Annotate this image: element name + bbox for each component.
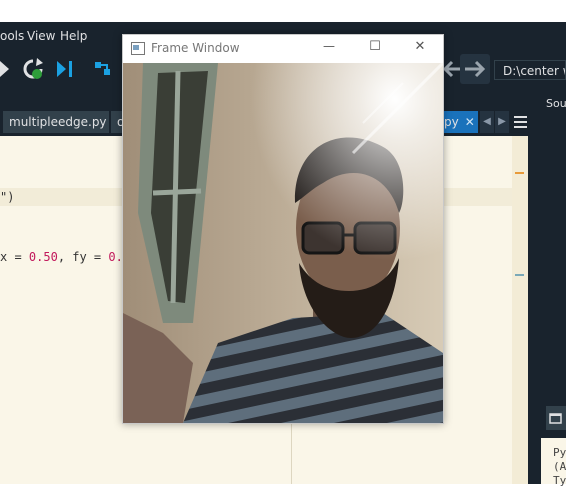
console-tab[interactable] <box>546 406 566 430</box>
code-token: , fy = <box>57 250 109 264</box>
tab-close-icon[interactable]: ✕ <box>465 115 475 129</box>
close-button[interactable]: ✕ <box>410 39 430 54</box>
console-text: Py <box>553 446 566 459</box>
run-cell-icon[interactable] <box>56 60 76 78</box>
frame-window[interactable]: Frame Window — ☐ ✕ <box>122 34 444 424</box>
source-label: Sou <box>546 97 566 110</box>
app-window-icon <box>131 42 145 55</box>
code-number: 0.50 <box>28 250 58 264</box>
minimize-button[interactable]: — <box>319 39 339 53</box>
console-text: (A <box>553 460 566 473</box>
rerun-icon[interactable] <box>22 58 44 80</box>
menu-view[interactable]: View <box>27 29 55 43</box>
menu-help[interactable]: Help <box>60 29 87 43</box>
maximize-button[interactable]: ☐ <box>365 39 385 54</box>
debug-icon[interactable] <box>94 60 112 78</box>
tab-scroll-right-icon[interactable]: ▶ <box>495 111 509 133</box>
frame-window-title: Frame Window <box>151 41 240 55</box>
window-icon <box>549 413 562 424</box>
warning-marker <box>515 172 524 174</box>
editor-scrollbar[interactable] <box>512 136 528 484</box>
working-directory-field[interactable]: D:\center wo <box>494 60 566 80</box>
ipython-console[interactable]: Py (A Ty <box>541 438 566 487</box>
tab-multipleedge[interactable]: multipleedge.py✕ <box>3 111 123 133</box>
tab-label: multipleedge.py <box>9 115 107 129</box>
forward-arrow-icon <box>465 60 486 78</box>
tab-scroll-left-icon[interactable]: ◀ <box>480 111 494 133</box>
right-pane: Sou <box>540 90 566 484</box>
console-text: Ty <box>553 474 566 487</box>
pane-splitter[interactable] <box>528 90 540 484</box>
webcam-photo <box>123 63 443 423</box>
code-line-resize: x = 0.50, fy = 0.7 <box>0 250 130 264</box>
code-line: ") <box>0 190 15 204</box>
run-icon[interactable] <box>0 60 10 78</box>
forward-button[interactable] <box>460 54 490 84</box>
tab-label: py <box>444 115 459 129</box>
frame-window-titlebar[interactable]: Frame Window — ☐ ✕ <box>123 35 443 63</box>
menu-tools[interactable]: ools <box>0 29 24 43</box>
webcam-frame-image <box>123 63 443 423</box>
code-token: x = <box>0 250 29 264</box>
occurrence-marker <box>515 274 524 276</box>
tab-active[interactable]: py ✕ <box>438 111 478 133</box>
